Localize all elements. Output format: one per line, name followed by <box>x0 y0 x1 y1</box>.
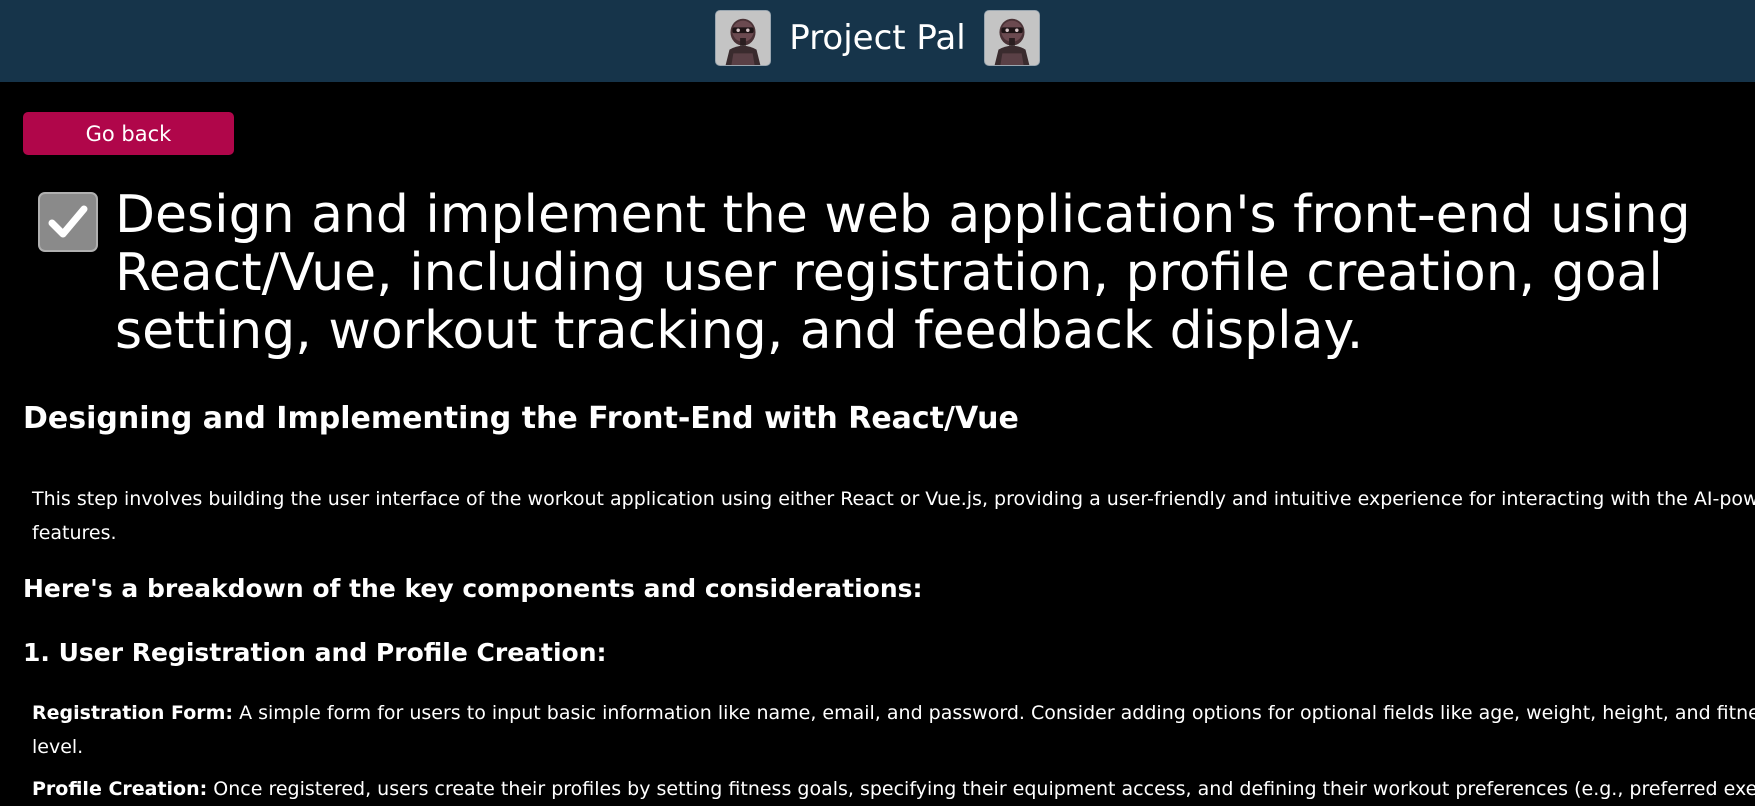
list-item-text: Once registered, users create their prof… <box>207 778 1755 800</box>
list-item-label: Registration Form: <box>32 702 234 724</box>
list-item-line: Registration Form: A simple form for use… <box>32 696 1755 730</box>
app-title: Project Pal <box>789 18 966 58</box>
step-heading: 1. User Registration and Profile Creatio… <box>23 638 607 667</box>
task-title-line: setting, workout tracking, and feedback … <box>115 301 1364 361</box>
task-title: Design and implement the web application… <box>115 186 1755 360</box>
list-item: Registration Form: A simple form for use… <box>32 696 1755 764</box>
intro-line: features. <box>32 522 117 544</box>
top-navigation-bar: Project Pal <box>0 0 1755 82</box>
brand: Project Pal <box>0 0 1755 82</box>
list-item-text: A simple form for users to input basic i… <box>233 702 1755 724</box>
list-item-label: Profile Creation: <box>32 778 208 800</box>
section-title: Designing and Implementing the Front-End… <box>23 401 1019 436</box>
intro-paragraph: This step involves building the user int… <box>32 482 1755 550</box>
task-title-line: React/Vue, including user registration, … <box>115 243 1663 303</box>
intro-line: This step involves building the user int… <box>32 488 1755 510</box>
robot-avatar-icon <box>983 10 1040 66</box>
go-back-button[interactable]: Go back <box>23 112 234 155</box>
robot-avatar-icon <box>715 10 772 66</box>
task-completed-checkbox[interactable] <box>38 192 98 252</box>
breakdown-heading: Here's a breakdown of the key components… <box>23 574 923 603</box>
checkmark-icon <box>48 205 88 238</box>
list-item-line: level. <box>32 736 84 758</box>
task-title-line: Design and implement the web application… <box>115 185 1691 245</box>
